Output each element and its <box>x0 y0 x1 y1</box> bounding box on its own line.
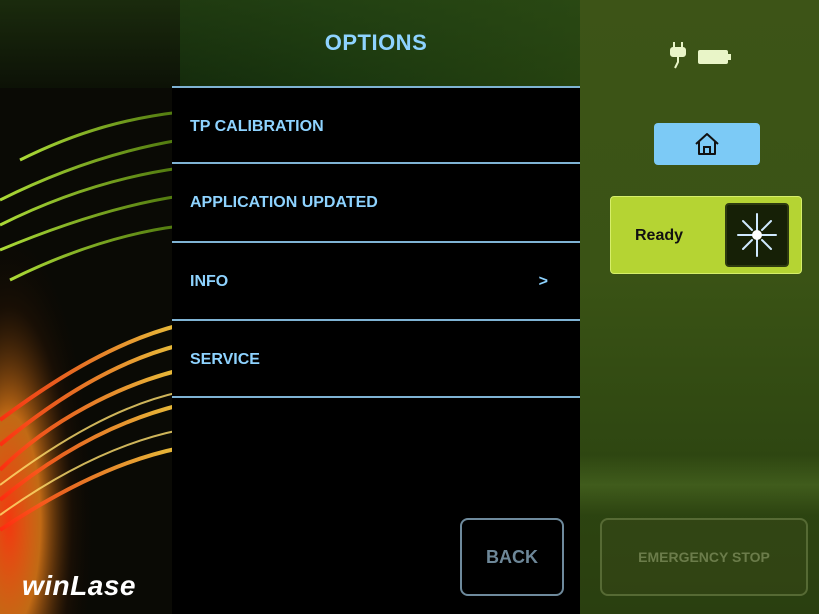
menu-item-application-updated[interactable]: APPLICATION UPDATED <box>172 162 580 238</box>
power-status <box>670 42 731 69</box>
device-screen: OPTIONS TP CALIBRATION APPLICATION UPDAT… <box>0 0 819 614</box>
menu-item-label: TP CALIBRATION <box>190 118 324 135</box>
status-ready-panel: Ready <box>610 196 802 274</box>
menu-divider <box>172 396 580 398</box>
options-menu: TP CALIBRATION APPLICATION UPDATED INFO … <box>172 86 580 614</box>
menu-item-label: INFO <box>190 273 229 290</box>
menu-item-info[interactable]: INFO > <box>172 241 580 317</box>
laser-burst-icon <box>737 213 777 257</box>
battery-icon <box>698 50 731 64</box>
page-title: OPTIONS <box>324 30 428 55</box>
menu-item-label: APPLICATION UPDATED <box>190 194 378 211</box>
home-button[interactable] <box>654 123 760 165</box>
back-button[interactable]: BACK <box>460 518 564 596</box>
emergency-stop-button[interactable]: EMERGENCY STOP <box>600 518 808 596</box>
chevron-right-icon: > <box>538 273 548 290</box>
menu-item-service[interactable]: SERVICE <box>172 319 580 395</box>
menu-item-label: SERVICE <box>190 351 260 368</box>
plug-icon <box>670 42 686 69</box>
brand-logo: winLase <box>22 570 136 601</box>
laser-toggle-button[interactable] <box>725 203 789 267</box>
status-label: Ready <box>635 227 684 244</box>
home-icon <box>695 133 719 155</box>
menu-item-tp-calibration[interactable]: TP CALIBRATION <box>172 86 580 162</box>
status-panel-shine <box>580 455 819 515</box>
